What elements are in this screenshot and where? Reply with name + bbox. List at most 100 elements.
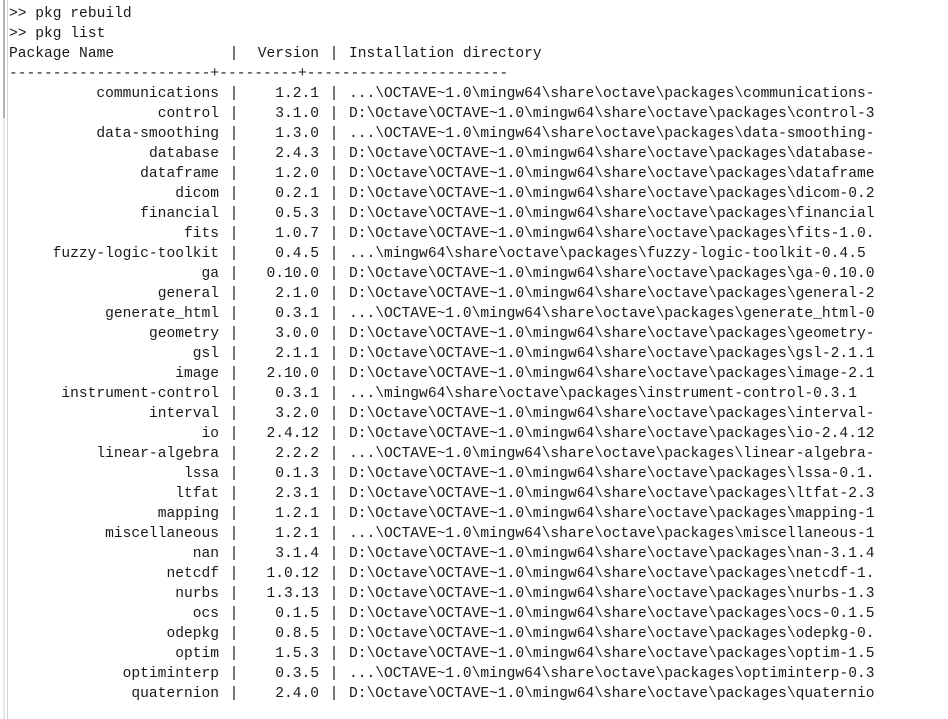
table-row[interactable]: generate_html | 0.3.1 | ...\OCTAVE~1.0\mingw… (9, 304, 948, 324)
cell-installation-directory: D:\Octave\OCTAVE~1.0\mingw64\share\octav… (349, 186, 875, 202)
cell-version: 2.4.0 (275, 686, 319, 702)
left-gutter (0, 0, 8, 719)
cell-pipe-2: | (329, 506, 339, 522)
cell-installation-directory: D:\Octave\OCTAVE~1.0\mingw64\share\octav… (349, 406, 875, 422)
header-package-name: Package Name (9, 46, 115, 62)
cell-package-name: io (201, 426, 219, 442)
cell-pipe-2: | (329, 166, 339, 182)
cell-installation-directory: ...\OCTAVE~1.0\mingw64\share\octave\pack… (349, 526, 875, 542)
cell-package-name: optiminterp (122, 666, 219, 682)
cell-pipe-2: | (329, 686, 339, 702)
cell-package-name: instrument-control (61, 386, 219, 402)
cell-package-name: optim (175, 646, 219, 662)
cell-version: 3.2.0 (275, 406, 319, 422)
gutter-scroll-thumb[interactable] (3, 0, 5, 118)
table-row[interactable]: interval | 3.2.0 | D:\Octave\OCTAVE~1.0\ming… (9, 404, 948, 424)
table-row[interactable]: gsl | 2.1.1 | D:\Octave\OCTAVE~1.0\mingw64\s… (9, 344, 948, 364)
cell-version: 0.1.3 (275, 466, 319, 482)
table-row[interactable]: miscellaneous | 1.2.1 | ...\OCTAVE~1.0\mingw… (9, 524, 948, 544)
table-row[interactable]: database | 2.4.3 | D:\Octave\OCTAVE~1.0\ming… (9, 144, 948, 164)
table-row[interactable]: image | 2.10.0 | D:\Octave\OCTAVE~1.0\mingw6… (9, 364, 948, 384)
cell-version: 2.3.1 (275, 486, 319, 502)
cell-package-name: fits (183, 226, 219, 242)
cell-version: 2.4.3 (275, 146, 319, 162)
cell-installation-directory: ...\mingw64\share\octave\packages\fuzzy-… (349, 246, 866, 262)
table-row[interactable]: optiminterp | 0.3.5 | ...\OCTAVE~1.0\mingw64… (9, 664, 948, 684)
cell-package-name: image (175, 366, 219, 382)
cell-installation-directory: D:\Octave\OCTAVE~1.0\mingw64\share\octav… (349, 206, 875, 222)
cell-version: 0.8.5 (275, 626, 319, 642)
cell-pipe-2: | (329, 546, 339, 562)
cell-version: 0.3.1 (275, 386, 319, 402)
header-version: Version (257, 46, 319, 62)
table-row[interactable]: io | 2.4.12 | D:\Octave\OCTAVE~1.0\mingw64\s… (9, 424, 948, 444)
cell-pipe-1: | (229, 526, 239, 542)
table-row[interactable]: data-smoothing | 1.3.0 | ...\OCTAVE~1.0\ming… (9, 124, 948, 144)
cell-installation-directory: D:\Octave\OCTAVE~1.0\mingw64\share\octav… (349, 686, 875, 702)
cell-pipe-1: | (229, 666, 239, 682)
cell-version: 3.1.0 (275, 106, 319, 122)
cell-pipe-1: | (229, 686, 239, 702)
cell-installation-directory: D:\Octave\OCTAVE~1.0\mingw64\share\octav… (349, 286, 875, 302)
table-row[interactable]: ga | 0.10.0 | D:\Octave\OCTAVE~1.0\mingw64\s… (9, 264, 948, 284)
cell-pipe-1: | (229, 306, 239, 322)
table-row[interactable]: nurbs | 1.3.13 | D:\Octave\OCTAVE~1.0\mingw6… (9, 584, 948, 604)
cell-version: 1.2.1 (275, 86, 319, 102)
cell-version: 1.0.12 (266, 566, 319, 582)
command-line-list: >> pkg list (9, 26, 106, 42)
cell-package-name: fuzzy-logic-toolkit (52, 246, 219, 262)
header-pipe-2: | (329, 46, 339, 62)
table-row[interactable]: dataframe | 1.2.0 | D:\Octave\OCTAVE~1.0\min… (9, 164, 948, 184)
cell-installation-directory: ...\OCTAVE~1.0\mingw64\share\octave\pack… (349, 446, 875, 462)
table-row[interactable]: linear-algebra | 2.2.2 | ...\OCTAVE~1.0\ming… (9, 444, 948, 464)
cell-pipe-1: | (229, 86, 239, 102)
cell-package-name: interval (148, 406, 219, 422)
table-row[interactable]: mapping | 1.2.1 | D:\Octave\OCTAVE~1.0\mingw… (9, 504, 948, 524)
cell-package-name: dataframe (140, 166, 219, 182)
table-row[interactable]: general | 2.1.0 | D:\Octave\OCTAVE~1.0\mingw… (9, 284, 948, 304)
table-row[interactable]: communications | 1.2.1 | ...\OCTAVE~1.0\ming… (9, 84, 948, 104)
cell-pipe-2: | (329, 286, 339, 302)
cell-pipe-2: | (329, 426, 339, 442)
table-row[interactable]: fits | 1.0.7 | D:\Octave\OCTAVE~1.0\mingw64\… (9, 224, 948, 244)
cell-pipe-2: | (329, 246, 339, 262)
table-row[interactable]: dicom | 0.2.1 | D:\Octave\OCTAVE~1.0\mingw64… (9, 184, 948, 204)
table-row[interactable]: nan | 3.1.4 | D:\Octave\OCTAVE~1.0\mingw64\s… (9, 544, 948, 564)
cell-version: 1.2.1 (275, 526, 319, 542)
table-row[interactable]: optim | 1.5.3 | D:\Octave\OCTAVE~1.0\mingw64… (9, 644, 948, 664)
cell-version: 2.2.2 (275, 446, 319, 462)
cell-pipe-1: | (229, 186, 239, 202)
table-row[interactable]: quaternion | 2.4.0 | D:\Octave\OCTAVE~1.0\mi… (9, 684, 948, 704)
table-row[interactable]: odepkg | 0.8.5 | D:\Octave\OCTAVE~1.0\mingw6… (9, 624, 948, 644)
cell-package-name: control (157, 106, 219, 122)
cell-version: 3.1.4 (275, 546, 319, 562)
table-row[interactable]: ltfat | 2.3.1 | D:\Octave\OCTAVE~1.0\mingw64… (9, 484, 948, 504)
cell-pipe-2: | (329, 586, 339, 602)
cell-pipe-1: | (229, 286, 239, 302)
cell-pipe-2: | (329, 366, 339, 382)
octave-command-window[interactable]: >> pkg rebuild >> pkg list Package Name |… (0, 0, 948, 719)
cell-package-name: dicom (175, 186, 219, 202)
cell-package-name: linear-algebra (96, 446, 219, 462)
table-header-row: Package Name | Version | Installation direct… (9, 44, 948, 64)
cell-installation-directory: D:\Octave\OCTAVE~1.0\mingw64\share\octav… (349, 326, 875, 342)
table-row[interactable]: lssa | 0.1.3 | D:\Octave\OCTAVE~1.0\mingw64\… (9, 464, 948, 484)
table-row[interactable]: netcdf | 1.0.12 | D:\Octave\OCTAVE~1.0\mingw… (9, 564, 948, 584)
table-row[interactable]: instrument-control | 0.3.1 | ...\mingw64\sha… (9, 384, 948, 404)
cell-pipe-2: | (329, 226, 339, 242)
cell-package-name: miscellaneous (105, 526, 219, 542)
cell-version: 0.3.5 (275, 666, 319, 682)
cell-version: 1.0.7 (275, 226, 319, 242)
table-row[interactable]: ocs | 0.1.5 | D:\Octave\OCTAVE~1.0\mingw64\s… (9, 604, 948, 624)
cell-pipe-2: | (329, 206, 339, 222)
cell-pipe-1: | (229, 366, 239, 382)
console-output[interactable]: >> pkg rebuild >> pkg list Package Name |… (9, 0, 948, 719)
table-row[interactable]: geometry | 3.0.0 | D:\Octave\OCTAVE~1.0\ming… (9, 324, 948, 344)
cell-version: 1.2.1 (275, 506, 319, 522)
table-row[interactable]: fuzzy-logic-toolkit | 0.4.5 | ...\mingw64\sh… (9, 244, 948, 264)
table-row[interactable]: control | 3.1.0 | D:\Octave\OCTAVE~1.0\mingw… (9, 104, 948, 124)
cell-installation-directory: ...\OCTAVE~1.0\mingw64\share\octave\pack… (349, 86, 875, 102)
table-row[interactable]: financial | 0.5.3 | D:\Octave\OCTAVE~1.0\min… (9, 204, 948, 224)
cell-pipe-2: | (329, 666, 339, 682)
cell-version: 3.0.0 (275, 326, 319, 342)
